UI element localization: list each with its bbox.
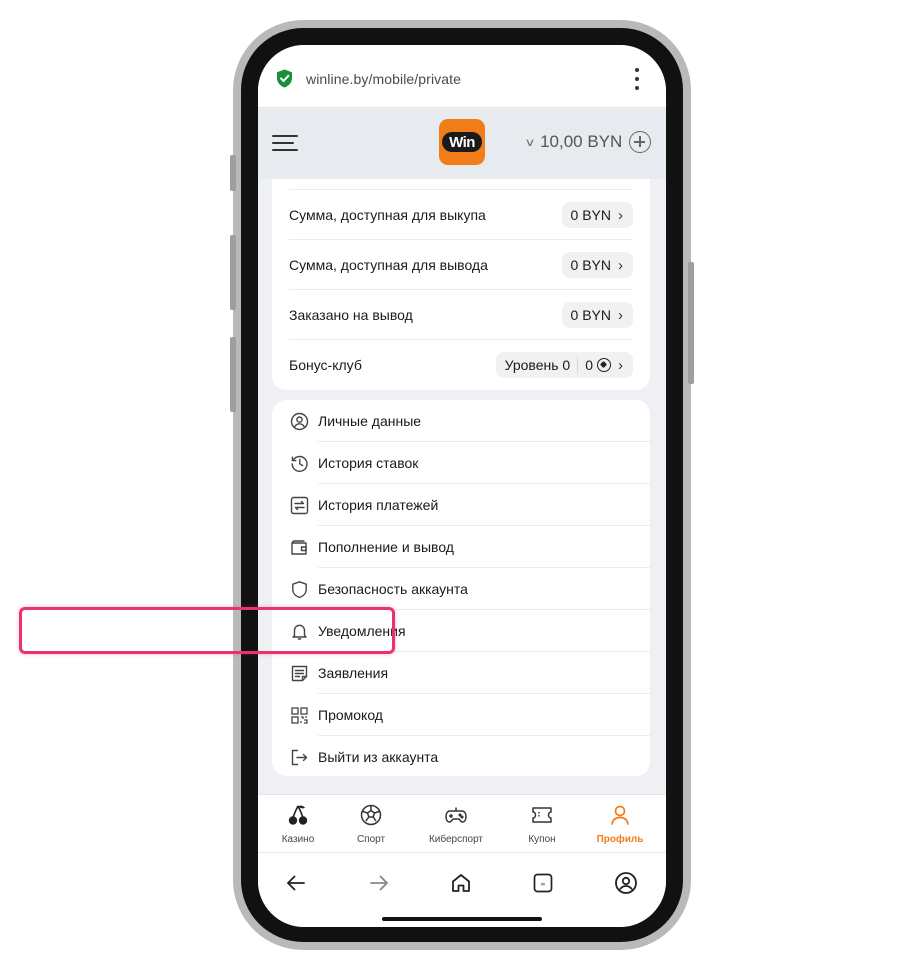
gamepad-icon bbox=[444, 803, 468, 827]
bonus-level: Уровень 0 bbox=[504, 357, 571, 373]
bottom-navigation: Казино Спорт Киберспорт Купон Профиль bbox=[258, 794, 666, 852]
nav-label: Профиль bbox=[596, 834, 644, 845]
url-text[interactable]: winline.by/mobile/private bbox=[306, 71, 461, 87]
soccer-ball-icon bbox=[597, 358, 611, 372]
menu-item-promocode[interactable]: Промокод bbox=[272, 694, 650, 736]
menu-item-label: Личные данные bbox=[318, 413, 422, 429]
phone-side-button-left-1 bbox=[230, 155, 236, 191]
app-header: Win ∨ 10,00 BYN bbox=[258, 109, 666, 179]
back-arrow-icon[interactable] bbox=[282, 869, 310, 897]
stat-label: Сумма, доступная для выкупа bbox=[289, 207, 486, 223]
nav-casino[interactable]: Казино bbox=[263, 803, 333, 845]
menu-item-label: Заявления bbox=[318, 665, 389, 681]
chevron-down-icon: ∨ bbox=[524, 136, 536, 149]
history-icon bbox=[289, 453, 309, 473]
pill-divider bbox=[577, 357, 579, 373]
menu-item-personal-data[interactable]: Личные данные bbox=[272, 400, 650, 442]
nav-label: Купон bbox=[528, 834, 556, 845]
stat-value-pill[interactable]: 0 BYN › bbox=[561, 202, 633, 228]
shield-icon bbox=[289, 579, 309, 599]
nav-coupon[interactable]: Купон bbox=[507, 803, 577, 845]
menu-item-applications[interactable]: Заявления bbox=[272, 652, 650, 694]
bonus-club-label: Бонус-клуб bbox=[289, 357, 362, 373]
nav-label: Казино bbox=[281, 834, 315, 845]
cherries-icon bbox=[286, 803, 310, 827]
bonus-level-pill[interactable]: Уровень 0 0 › bbox=[495, 352, 633, 378]
soccer-ball-icon bbox=[359, 803, 383, 827]
nav-esports[interactable]: Киберспорт bbox=[421, 803, 491, 845]
chevron-right-icon: › bbox=[618, 256, 623, 274]
phone-screen: winline.by/mobile/private Win ∨ 10,00 BY… bbox=[258, 45, 666, 927]
nav-sport[interactable]: Спорт bbox=[336, 803, 406, 845]
nav-label: Спорт bbox=[356, 834, 386, 845]
balance-amount: 10,00 BYN bbox=[540, 132, 623, 151]
menu-item-account-security[interactable]: Безопасность аккаунта bbox=[272, 568, 650, 610]
tabs-icon[interactable]: ∞ bbox=[529, 869, 557, 897]
hamburger-menu-icon[interactable] bbox=[272, 135, 298, 151]
logout-icon bbox=[289, 747, 309, 767]
account-icon[interactable] bbox=[612, 869, 640, 897]
phone-side-button-left-2 bbox=[230, 235, 236, 310]
chevron-right-icon: › bbox=[618, 356, 623, 374]
stat-value-pill[interactable]: 0 BYN › bbox=[561, 252, 633, 278]
svg-text:∞: ∞ bbox=[541, 881, 546, 888]
payments-history-icon bbox=[289, 495, 309, 515]
add-funds-plus-icon[interactable] bbox=[629, 131, 651, 153]
menu-item-label: История платежей bbox=[318, 497, 439, 513]
stat-label: Сумма, доступная для вывода bbox=[289, 257, 488, 273]
stat-row-withdrawable[interactable]: Сумма, доступная для вывода 0 BYN › bbox=[289, 240, 633, 290]
menu-item-label: Безопасность аккаунта bbox=[318, 581, 468, 597]
logo-text: Win bbox=[449, 133, 475, 151]
shield-check-icon bbox=[277, 69, 292, 88]
nav-profile[interactable]: Профиль bbox=[585, 803, 655, 845]
profile-menu-card: Личные данные История ставок История пла… bbox=[272, 400, 650, 776]
stat-row-ordered[interactable]: Заказано на вывод 0 BYN › bbox=[289, 290, 633, 340]
profile-icon bbox=[608, 803, 632, 827]
stat-row-buyout[interactable]: Сумма, доступная для выкупа 0 BYN › bbox=[289, 190, 633, 240]
balance-selector[interactable]: ∨ 10,00 BYN bbox=[524, 132, 623, 152]
chevron-right-icon: › bbox=[618, 306, 623, 324]
qr-code-icon bbox=[289, 705, 309, 725]
browser-address-bar: winline.by/mobile/private bbox=[258, 45, 666, 108]
menu-item-label: Пополнение и вывод bbox=[318, 539, 454, 555]
stat-value: 0 BYN bbox=[570, 307, 611, 323]
balances-card: Сумма, доступная для выкупа 0 BYN › Сумм… bbox=[272, 179, 650, 390]
home-icon[interactable] bbox=[447, 869, 475, 897]
chevron-right-icon: › bbox=[618, 206, 623, 224]
stat-value: 0 BYN bbox=[570, 207, 611, 223]
stat-value: 0 BYN bbox=[570, 257, 611, 273]
stat-label: Заказано на вывод bbox=[289, 307, 413, 323]
menu-item-logout[interactable]: Выйти из аккаунта bbox=[272, 736, 650, 778]
stat-value-pill[interactable]: 0 BYN › bbox=[561, 302, 633, 328]
stat-row-bonus-club[interactable]: Бонус-клуб Уровень 0 0 › bbox=[289, 340, 633, 390]
menu-item-deposit-withdraw[interactable]: Пополнение и вывод bbox=[272, 526, 650, 568]
wallet-icon bbox=[289, 537, 309, 557]
menu-item-label: Промокод bbox=[318, 707, 383, 723]
nav-label: Киберспорт bbox=[428, 834, 484, 845]
forward-arrow-icon[interactable] bbox=[365, 869, 393, 897]
phone-side-button-right bbox=[688, 262, 694, 384]
home-indicator[interactable] bbox=[382, 917, 542, 921]
menu-item-label: Выйти из аккаунта bbox=[318, 749, 439, 765]
phone-side-button-left-3 bbox=[230, 337, 236, 412]
highlight-applications bbox=[19, 607, 395, 654]
menu-item-bet-history[interactable]: История ставок bbox=[272, 442, 650, 484]
document-icon bbox=[289, 663, 309, 683]
browser-system-nav: ∞ bbox=[258, 852, 666, 927]
ticket-icon bbox=[530, 803, 554, 827]
bonus-points: 0 bbox=[585, 357, 593, 373]
menu-item-payment-history[interactable]: История платежей bbox=[272, 484, 650, 526]
user-circle-icon bbox=[289, 411, 309, 431]
winline-logo[interactable]: Win bbox=[439, 119, 485, 165]
menu-item-label: История ставок bbox=[318, 455, 419, 471]
kebab-menu-icon[interactable] bbox=[630, 68, 644, 90]
